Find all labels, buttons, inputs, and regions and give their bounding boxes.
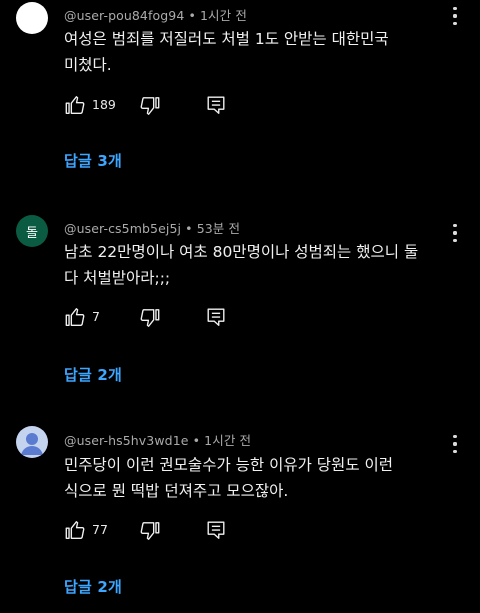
like-icon [65,96,85,114]
dislike-button[interactable] [139,95,161,117]
meta-separator: • [184,8,200,23]
comment-text: 남초 22만명이나 여초 80만명이나 성범죄는 했으니 둘 다 처벌받아라;;… [64,239,444,291]
avatar[interactable] [16,2,48,34]
avatar[interactable]: 돌 [16,215,48,247]
comment-line: 식으로 뭔 떡밥 던져주고 모으잖아. [64,482,289,500]
reply-icon [207,96,225,114]
more-options-icon[interactable] [452,435,458,453]
dislike-button[interactable] [139,520,161,542]
comment-meta: @user-cs5mb5ej5j • 53분 전 [64,218,240,237]
comment-actions: 77 [64,519,244,543]
comment-line: 남초 22만명이나 여초 80만명이나 성범죄는 했으니 둘 [64,243,419,261]
username[interactable]: @user-hs5hv3wd1e [64,433,189,448]
username[interactable]: @user-cs5mb5ej5j [64,221,181,236]
reply-button[interactable] [205,519,227,541]
comment-meta: @user-hs5hv3wd1e • 1시간 전 [64,430,251,449]
dislike-icon [140,522,160,540]
comment-meta: @user-pou84fog94 • 1시간 전 [64,5,247,24]
like-icon [65,308,85,326]
meta-separator: • [181,221,197,236]
username[interactable]: @user-pou84fog94 [64,8,184,23]
dislike-button[interactable] [139,307,161,329]
timestamp[interactable]: 53분 전 [197,221,240,236]
reply-button[interactable] [205,306,227,328]
reply-icon [207,308,225,326]
comment-line: 다 처벌받아라;;; [64,269,171,287]
like-button[interactable] [64,519,86,541]
avatar-initial: 돌 [26,225,38,241]
like-icon [65,521,85,539]
comment-text: 민주당이 이런 권모술수가 능한 이유가 당원도 이런 식으로 뭔 떡밥 던져주… [64,452,444,504]
comment-line: 민주당이 이런 권모술수가 능한 이유가 당원도 이런 [64,456,394,474]
avatar[interactable] [16,426,48,458]
like-count: 7 [92,309,100,324]
more-options-icon[interactable] [452,7,458,25]
reply-icon [207,521,225,539]
meta-separator: • [188,433,205,448]
dislike-icon [140,309,160,327]
timestamp[interactable]: 1시간 전 [204,433,251,448]
comment-text: 여성은 범죄를 저질러도 처벌 1도 안받는 대한민국 미쳤다. [64,26,444,78]
dislike-icon [140,97,160,115]
like-count: 77 [92,522,108,537]
like-count: 189 [92,97,116,112]
view-replies-link[interactable]: 답글 3개 [64,150,122,171]
comment-line: 여성은 범죄를 저질러도 처벌 1도 안받는 대한민국 [64,30,389,48]
comment-actions: 7 [64,306,244,330]
like-button[interactable] [64,306,86,328]
reply-button[interactable] [205,94,227,116]
default-avatar-icon [21,433,43,455]
like-button[interactable] [64,94,86,116]
view-replies-link[interactable]: 답글 2개 [64,576,122,597]
view-replies-link[interactable]: 답글 2개 [64,364,122,385]
comment-line: 미쳤다. [64,56,112,74]
more-options-icon[interactable] [452,224,458,242]
timestamp[interactable]: 1시간 전 [200,8,247,23]
comment-actions: 189 [64,94,244,118]
